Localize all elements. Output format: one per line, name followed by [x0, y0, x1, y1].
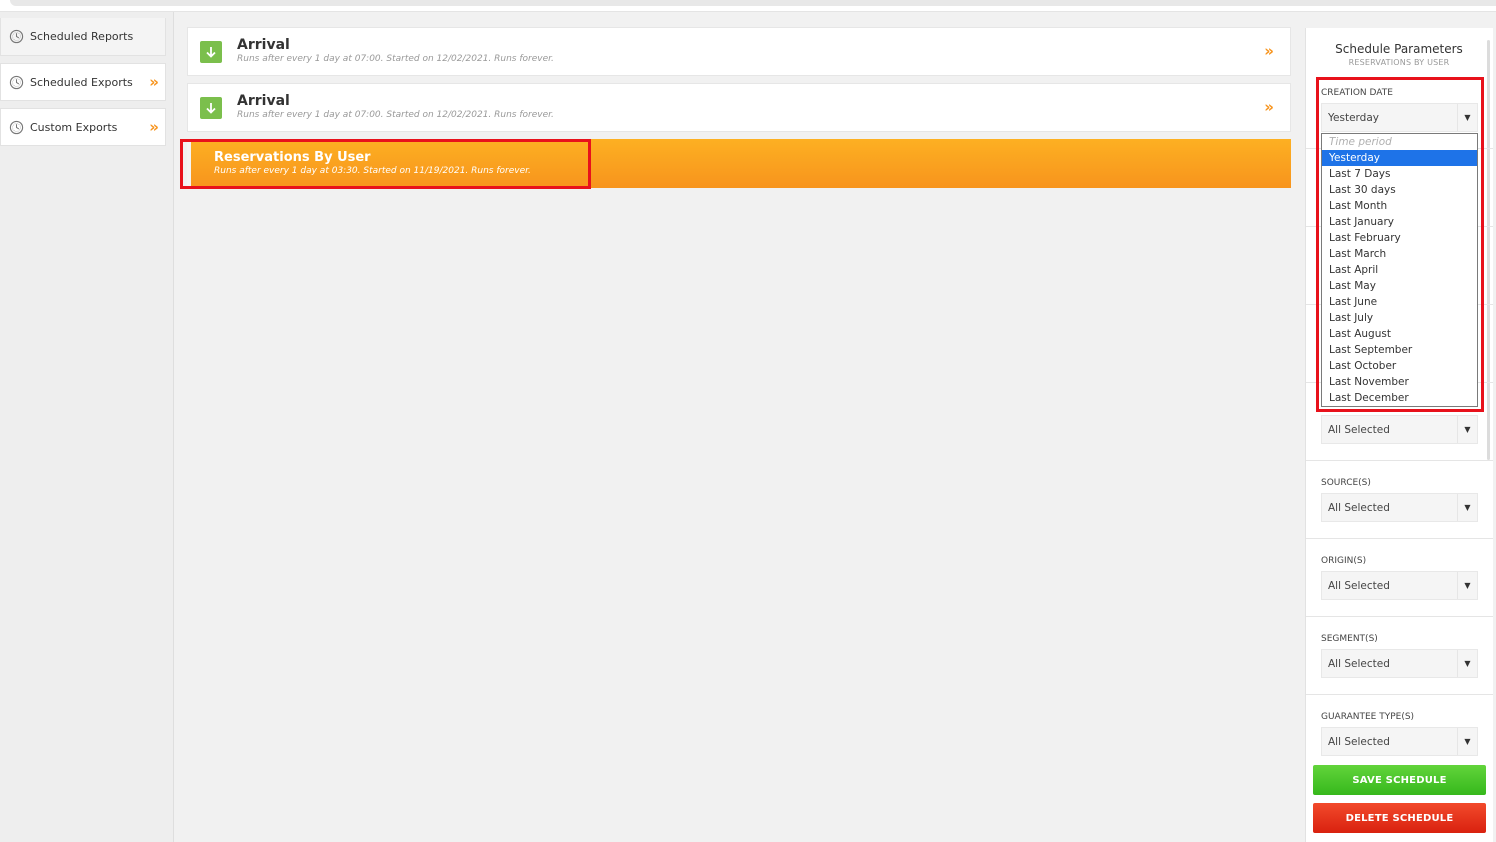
sidebar-item-label: Scheduled Exports: [30, 75, 133, 89]
sidebar-item-scheduled-reports[interactable]: Scheduled Reports: [0, 18, 166, 56]
sidebar-item-label: Custom Exports: [30, 120, 118, 134]
dropdown-option[interactable]: Last September: [1322, 342, 1477, 358]
caret-down-icon: ▼: [1457, 494, 1477, 521]
chevron-right-icon: »: [149, 118, 159, 136]
report-title: Arrival: [237, 93, 290, 109]
segments-select[interactable]: All Selected ▼: [1321, 649, 1478, 678]
chevron-right-icon[interactable]: »: [1264, 42, 1274, 60]
report-title: Reservations By User: [214, 150, 371, 165]
divider: [1306, 616, 1493, 617]
select-value: All Selected: [1328, 424, 1390, 436]
report-schedule-text: Runs after every 1 day at 03:30. Started…: [214, 166, 531, 176]
dropdown-option[interactable]: Last July: [1322, 310, 1477, 326]
segments-label: SEGMENT(S): [1321, 634, 1378, 644]
guarantee-types-select[interactable]: All Selected ▼: [1321, 727, 1478, 756]
dropdown-option[interactable]: Last 30 days: [1322, 182, 1477, 198]
report-schedule-text: Runs after every 1 day at 07:00. Started…: [237, 54, 554, 64]
panel-scrollbar[interactable]: [1487, 40, 1490, 460]
sidebar-item-label: Scheduled Reports: [30, 30, 134, 43]
creation-date-label: CREATION DATE: [1321, 88, 1393, 98]
dropdown-option[interactable]: Yesterday: [1322, 150, 1477, 166]
report-row-arrival-2[interactable]: Arrival Runs after every 1 day at 07:00.…: [187, 83, 1291, 132]
dropdown-option[interactable]: Last October: [1322, 358, 1477, 374]
chevron-right-icon[interactable]: »: [1264, 98, 1274, 116]
panel-title: Schedule Parameters: [1335, 42, 1463, 56]
divider: [1306, 538, 1493, 539]
select-value: All Selected: [1328, 658, 1390, 670]
guarantee-types-label: GUARANTEE TYPE(S): [1321, 712, 1415, 722]
caret-down-icon: ▼: [1457, 416, 1477, 443]
caret-down-icon: ▼: [1457, 728, 1477, 755]
report-title: Arrival: [237, 37, 290, 53]
dropdown-option[interactable]: Last March: [1322, 246, 1477, 262]
delete-schedule-button[interactable]: DELETE SCHEDULE: [1313, 803, 1486, 833]
dropdown-option[interactable]: Last December: [1322, 390, 1477, 406]
dropdown-option[interactable]: Last May: [1322, 278, 1477, 294]
origins-label: ORIGIN(S): [1321, 556, 1367, 566]
select-value: All Selected: [1328, 502, 1390, 514]
creation-date-dropdown-list[interactable]: Time period Yesterday Last 7 Days Last 30 d…: [1321, 133, 1478, 407]
report-row-arrival-1[interactable]: Arrival Runs after every 1 day at 07:00.…: [187, 27, 1291, 76]
caret-down-icon: ▼: [1457, 650, 1477, 677]
filter-select[interactable]: All Selected ▼: [1321, 415, 1478, 444]
download-icon: [200, 97, 222, 119]
top-bar: [0, 0, 1496, 12]
select-value: All Selected: [1328, 736, 1390, 748]
dropdown-option[interactable]: Last 7 Days: [1322, 166, 1477, 182]
dropdown-option[interactable]: Last August: [1322, 326, 1477, 342]
divider: [1306, 460, 1493, 461]
caret-down-icon: ▼: [1457, 104, 1477, 131]
origins-select[interactable]: All Selected ▼: [1321, 571, 1478, 600]
select-value: Yesterday: [1328, 112, 1379, 124]
clock-icon: [8, 29, 24, 45]
dropdown-option[interactable]: Last April: [1322, 262, 1477, 278]
dropdown-option[interactable]: Last June: [1322, 294, 1477, 310]
dropdown-option[interactable]: Last January: [1322, 214, 1477, 230]
sources-label: SOURCE(S): [1321, 478, 1371, 488]
sidebar-item-custom-exports[interactable]: Custom Exports »: [0, 108, 166, 146]
panel-subtitle: RESERVATIONS BY USER: [1348, 58, 1450, 67]
report-row-reservations-by-user[interactable]: Reservations By User Runs after every 1 …: [187, 139, 1291, 188]
divider: [1306, 694, 1493, 695]
clock-icon: [8, 74, 24, 90]
sidebar-item-scheduled-exports[interactable]: Scheduled Exports »: [0, 63, 166, 101]
select-value: All Selected: [1328, 580, 1390, 592]
sources-select[interactable]: All Selected ▼: [1321, 493, 1478, 522]
save-schedule-button[interactable]: SAVE SCHEDULE: [1313, 765, 1486, 795]
top-bar-strip: [10, 0, 1496, 6]
caret-down-icon: ▼: [1457, 572, 1477, 599]
clock-icon: [8, 119, 24, 135]
creation-date-select[interactable]: Yesterday ▼: [1321, 103, 1478, 132]
dropdown-option[interactable]: Last November: [1322, 374, 1477, 390]
download-icon: [200, 41, 222, 63]
dropdown-option[interactable]: Last February: [1322, 230, 1477, 246]
dropdown-placeholder: Time period: [1329, 136, 1392, 148]
dropdown-option[interactable]: Last Month: [1322, 198, 1477, 214]
chevron-right-icon: »: [149, 73, 159, 91]
report-schedule-text: Runs after every 1 day at 07:00. Started…: [237, 110, 554, 120]
